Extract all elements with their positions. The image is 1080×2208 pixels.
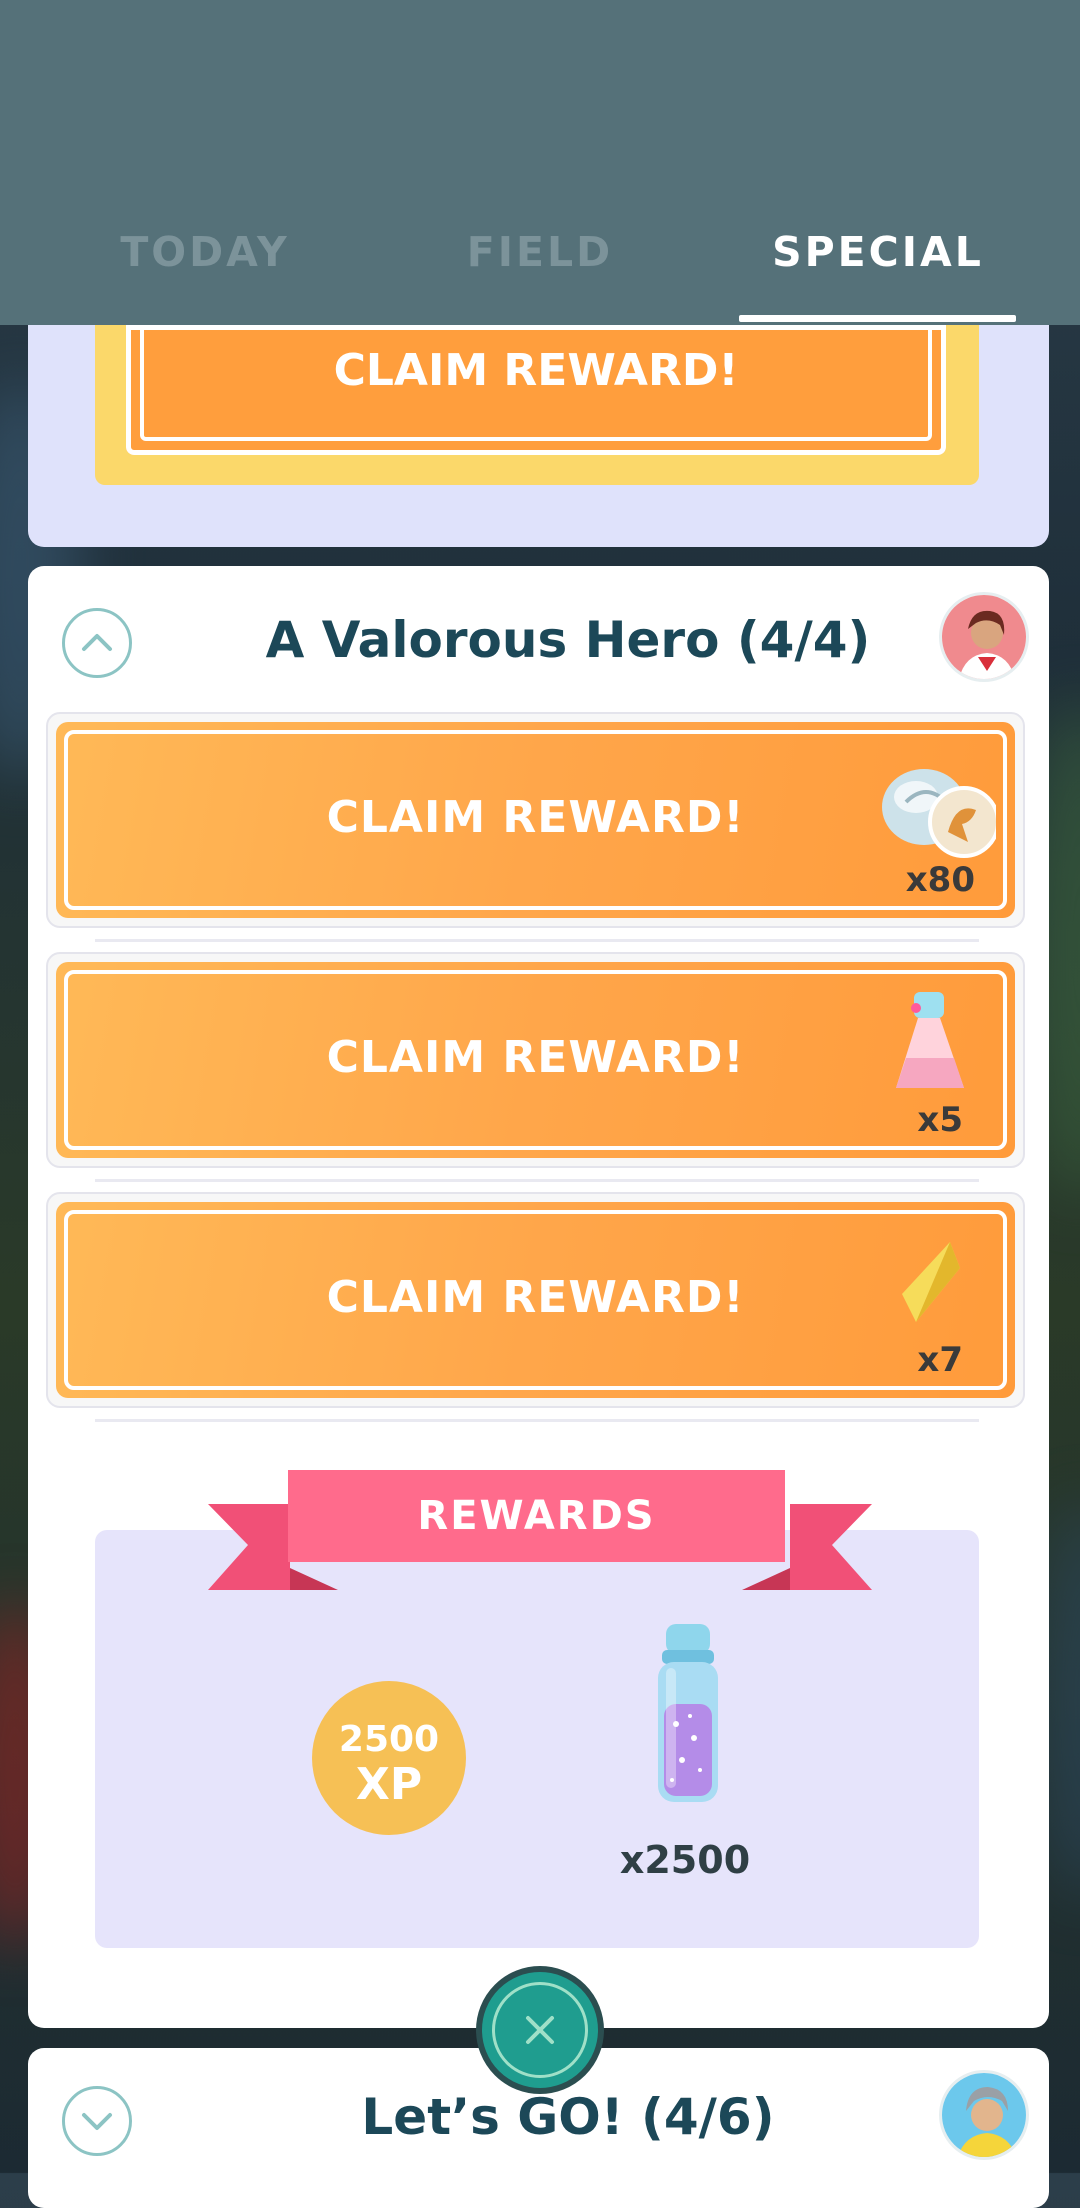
card-title: A Valorous Hero (4/4) — [265, 611, 871, 669]
chevron-down-icon — [82, 2113, 112, 2130]
active-tab-indicator — [739, 315, 1016, 322]
expand-button[interactable] — [62, 2086, 132, 2156]
xp-unit: XP — [355, 1759, 423, 1810]
blanche-avatar[interactable] — [939, 2070, 1029, 2160]
close-icon — [526, 2016, 554, 2044]
claim-reward-button[interactable]: CLAIM REWARD! x7 — [56, 1202, 1015, 1398]
collapse-button[interactable] — [62, 608, 132, 678]
tab-today[interactable]: TODAY — [70, 228, 340, 278]
task-separator — [95, 939, 979, 942]
quest-header: TODAY FIELD SPECIAL — [0, 0, 1080, 325]
spark-avatar-icon — [942, 2073, 1026, 2157]
task-row: CLAIM REWARD! x5 — [46, 952, 1025, 1168]
claim-reward-button[interactable]: CLAIM REWARD! x80 — [56, 722, 1015, 918]
task-row: CLAIM REWARD! x80 — [46, 712, 1025, 928]
rare-candy-icon — [902, 1242, 960, 1322]
previous-claim-reward-label: CLAIM REWARD! — [333, 345, 739, 396]
claim-reward-button[interactable]: CLAIM REWARD! x5 — [56, 962, 1015, 1158]
reward-count: x7 — [917, 1340, 963, 1380]
chevron-up-icon — [82, 634, 112, 651]
task-row: CLAIM REWARD! x7 — [46, 1192, 1025, 1408]
tab-special[interactable]: SPECIAL — [740, 228, 1016, 278]
candela-avatar-icon — [942, 595, 1026, 679]
claim-reward-label: CLAIM REWARD! — [326, 1272, 745, 1323]
dragonite-candy-icon — [882, 769, 996, 858]
task-separator — [95, 1179, 979, 1182]
reward-count: x80 — [905, 860, 975, 900]
rewards-panel — [95, 1530, 979, 1948]
xp-reward-badge: 2500 XP — [312, 1681, 466, 1835]
tab-field[interactable]: FIELD — [405, 228, 675, 278]
next-card-title: Let’s GO! (4/6) — [361, 2088, 775, 2146]
claim-reward-label: CLAIM REWARD! — [326, 1032, 745, 1083]
stardust-count: x2500 — [619, 1838, 751, 1882]
close-button[interactable] — [476, 1966, 604, 2094]
stardust-icon — [658, 1624, 718, 1802]
candela-avatar[interactable] — [939, 592, 1029, 682]
xp-amount: 2500 — [338, 1719, 440, 1760]
task-separator — [95, 1419, 979, 1422]
rewards-label: REWARDS — [417, 1493, 656, 1539]
incense-icon — [896, 992, 964, 1088]
reward-count: x5 — [917, 1100, 963, 1140]
claim-reward-label: CLAIM REWARD! — [326, 792, 745, 843]
